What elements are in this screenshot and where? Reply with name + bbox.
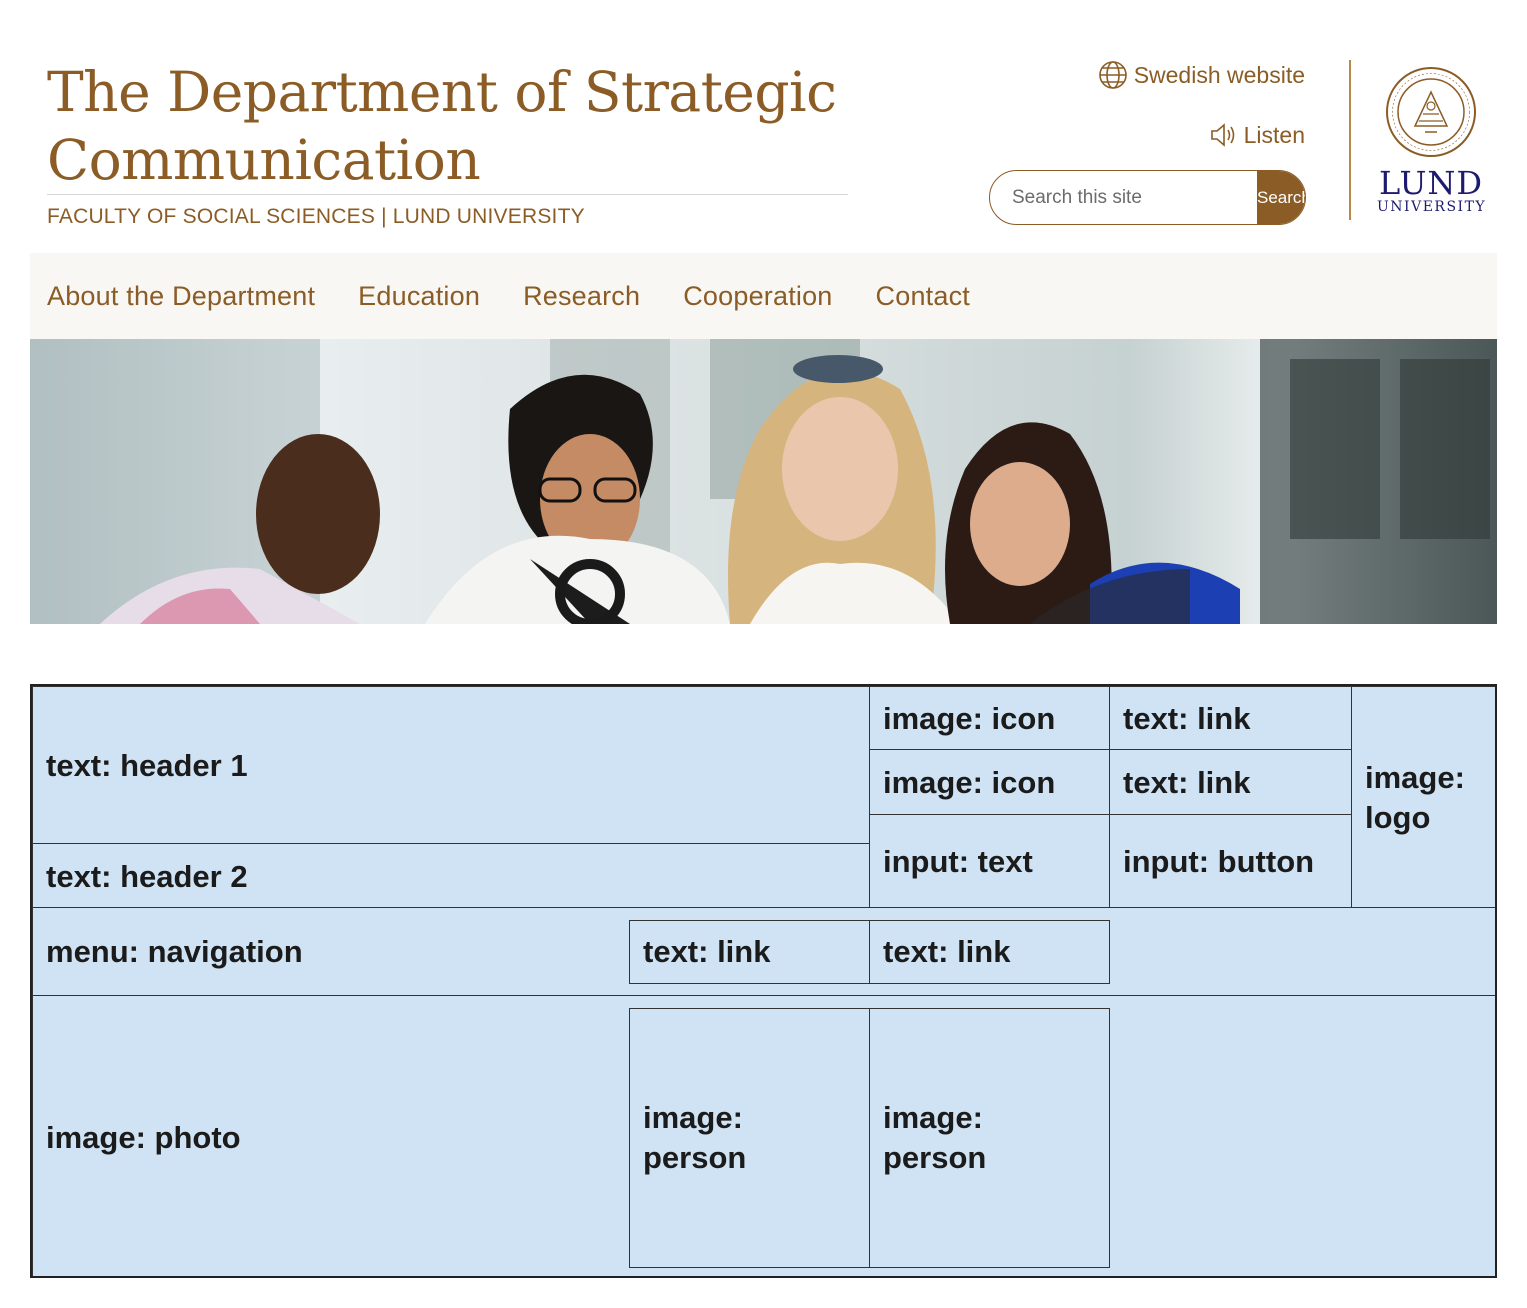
- nav-item-contact[interactable]: Contact: [876, 281, 970, 312]
- nav-item-cooperation[interactable]: Cooperation: [683, 281, 832, 312]
- lund-university-logo[interactable]: LUND UNIVERSITY: [1377, 66, 1485, 215]
- logo-sub: UNIVERSITY: [1377, 199, 1487, 215]
- page-title[interactable]: The Department of Strategic Communicatio…: [47, 58, 847, 194]
- annotation-overlay: The Department of Strategic Communicatio…: [30, 684, 1497, 1278]
- label-nav-link-b: text: link: [883, 934, 1011, 969]
- label-menu: menu: navigation: [46, 934, 303, 969]
- label-header1: text: header 1: [46, 748, 248, 783]
- label-link-b: text: link: [1123, 765, 1251, 800]
- search-input[interactable]: [990, 171, 1257, 224]
- label-photo: image: photo: [46, 1120, 241, 1155]
- listen-label: Listen: [1243, 121, 1305, 148]
- label-icon-a: image: icon: [883, 701, 1056, 736]
- label-person-a: image: person: [643, 1100, 747, 1175]
- search-button[interactable]: Search: [1257, 171, 1305, 224]
- label-input-text: input: text: [883, 844, 1033, 879]
- globe-icon: [1098, 60, 1128, 90]
- speaker-icon: [1208, 120, 1238, 150]
- label-person-b: image: person: [883, 1100, 987, 1175]
- logo-name: LUND: [1378, 164, 1484, 202]
- label-link-a: text: link: [1123, 701, 1251, 736]
- label-logo: image: logo: [1365, 760, 1465, 835]
- label-nav-link-a: text: link: [643, 934, 771, 969]
- swedish-website-label: Swedish website: [1133, 61, 1305, 88]
- swedish-website-link[interactable]: Swedish website: [1098, 60, 1305, 90]
- university-seal-icon: [1386, 67, 1476, 157]
- label-input-button: input: button: [1123, 844, 1315, 879]
- label-header2: text: header 2: [46, 859, 248, 894]
- nav-item-research[interactable]: Research: [523, 281, 640, 312]
- listen-link[interactable]: Listen: [1208, 120, 1305, 150]
- hero-photo: [30, 339, 1497, 624]
- nav-item-education[interactable]: Education: [358, 281, 480, 312]
- header-divider: [1349, 60, 1351, 220]
- label-icon-b: image: icon: [883, 765, 1056, 800]
- search-form: Search: [989, 170, 1306, 225]
- page-subtitle[interactable]: FACULTY OF SOCIAL SCIENCES | LUND UNIVER…: [47, 205, 585, 229]
- main-navigation: About the Department Education Research …: [30, 253, 1497, 339]
- title-divider: [47, 194, 848, 195]
- nav-item-about[interactable]: About the Department: [47, 281, 315, 312]
- page: The Department of Strategic Communicatio…: [0, 0, 1527, 1308]
